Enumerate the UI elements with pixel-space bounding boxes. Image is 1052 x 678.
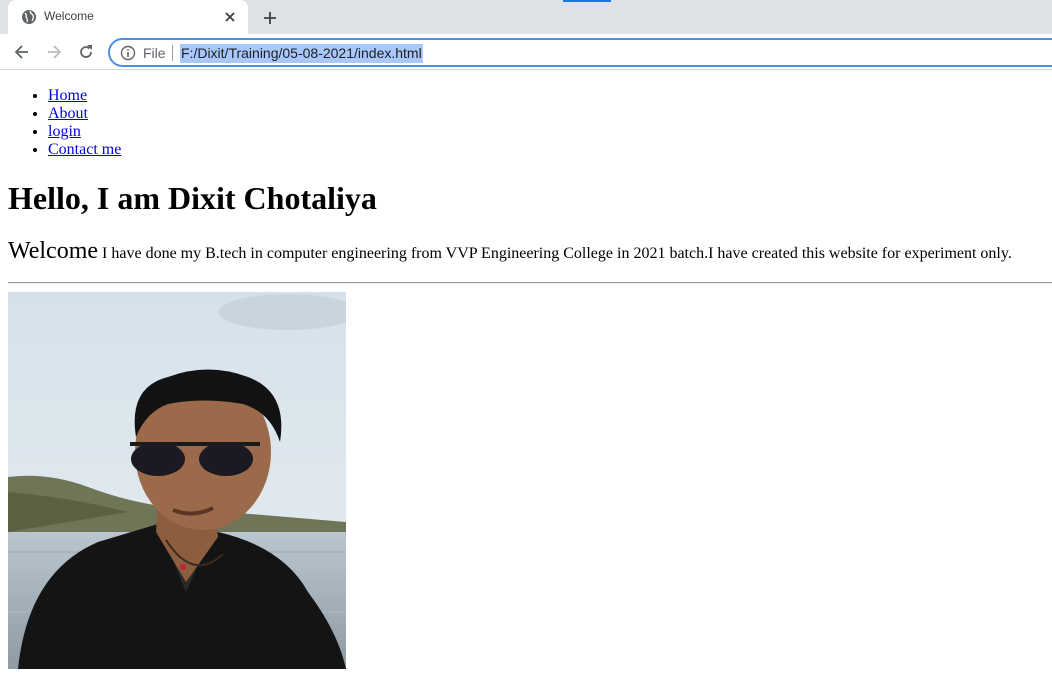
intro-text: I have done my B.tech in computer engine… [102,245,1012,262]
nav-list: Home About login Contact me [8,87,121,159]
nav-link-contact[interactable]: Contact me [48,141,121,158]
tab-strip: Welcome [0,0,1052,34]
address-bar[interactable]: File F:/Dixit/Training/05-08-2021/index.… [108,38,1052,67]
tab-strip-indicator [563,0,611,2]
nav-item-home: Home [48,87,121,105]
nav-link-home[interactable]: Home [48,87,87,104]
tab-title: Welcome [44,9,94,23]
divider [172,45,173,61]
browser-toolbar: File F:/Dixit/Training/05-08-2021/index.… [0,34,1052,70]
page-content: Home About login Contact me Hello, I am … [0,71,1052,678]
globe-icon [22,10,36,24]
info-icon[interactable] [120,45,136,61]
url-text[interactable]: F:/Dixit/Training/05-08-2021/index.html [180,44,423,63]
reload-icon[interactable] [76,42,96,62]
profile-photo [8,292,346,669]
nav-item-login: login [48,123,121,141]
close-icon[interactable] [222,9,238,25]
welcome-text: Welcome [8,238,99,264]
nav-item-about: About [48,105,121,123]
back-arrow-icon[interactable] [12,42,32,62]
intro-paragraph: Welcome I have done my B.tech in compute… [8,237,1012,268]
page-title: Hello, I am Dixit Chotaliya [8,180,377,216]
plus-icon[interactable] [260,8,280,28]
browser-tab[interactable]: Welcome [8,0,248,34]
forward-arrow-icon[interactable] [44,42,64,62]
nav-link-about[interactable]: About [48,105,88,122]
scheme-label: File [143,45,166,61]
horizontal-rule [8,282,1052,284]
nav-link-login[interactable]: login [48,123,81,140]
nav-item-contact: Contact me [48,141,121,159]
